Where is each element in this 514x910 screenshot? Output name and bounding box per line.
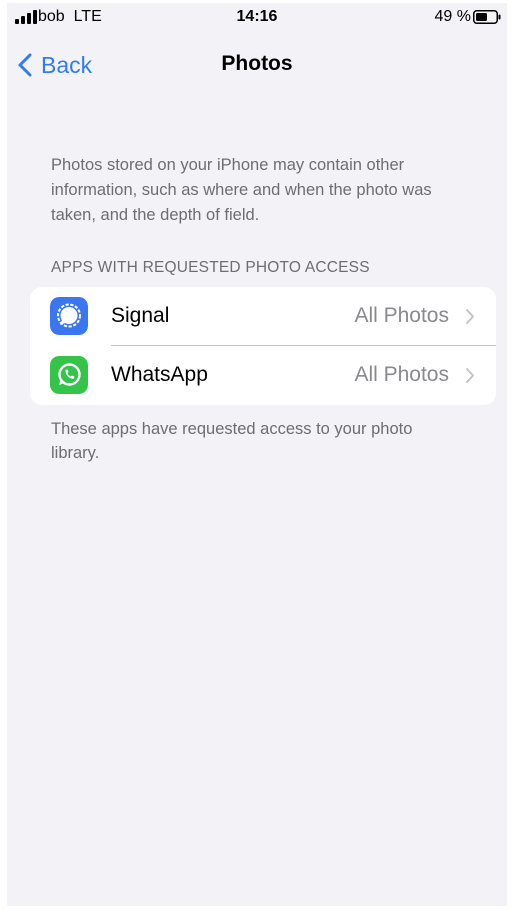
privacy-description: Photos stored on your iPhone may contain… xyxy=(51,156,432,224)
list-item-whatsapp[interactable]: WhatsApp All Photos xyxy=(30,346,496,405)
app-access-list: Signal All Photos WhatsApp All Photos xyxy=(30,287,496,405)
signal-app-icon xyxy=(50,297,88,335)
access-level: All Photos xyxy=(354,304,449,327)
status-time: 14:16 xyxy=(236,8,278,25)
whatsapp-app-icon xyxy=(50,356,88,394)
navigation-bar: Back Photos xyxy=(7,35,507,95)
list-item-signal[interactable]: Signal All Photos xyxy=(30,287,496,346)
settings-screen: bob LTE 14:16 49 % Back Photos Photos st… xyxy=(7,3,507,906)
access-level: All Photos xyxy=(354,363,449,386)
battery-percentage: 49 % xyxy=(434,8,471,25)
chevron-right-icon xyxy=(466,368,474,383)
chevron-right-icon xyxy=(466,309,474,324)
app-name: WhatsApp xyxy=(111,363,208,386)
page-title: Photos xyxy=(221,52,293,75)
app-name: Signal xyxy=(111,304,170,327)
section-footer: These apps have requested access to your… xyxy=(51,420,413,462)
section-header: APPS WITH REQUESTED PHOTO ACCESS xyxy=(51,259,370,276)
battery-icon xyxy=(473,10,501,24)
status-bar: bob LTE 14:16 49 % xyxy=(7,3,507,33)
